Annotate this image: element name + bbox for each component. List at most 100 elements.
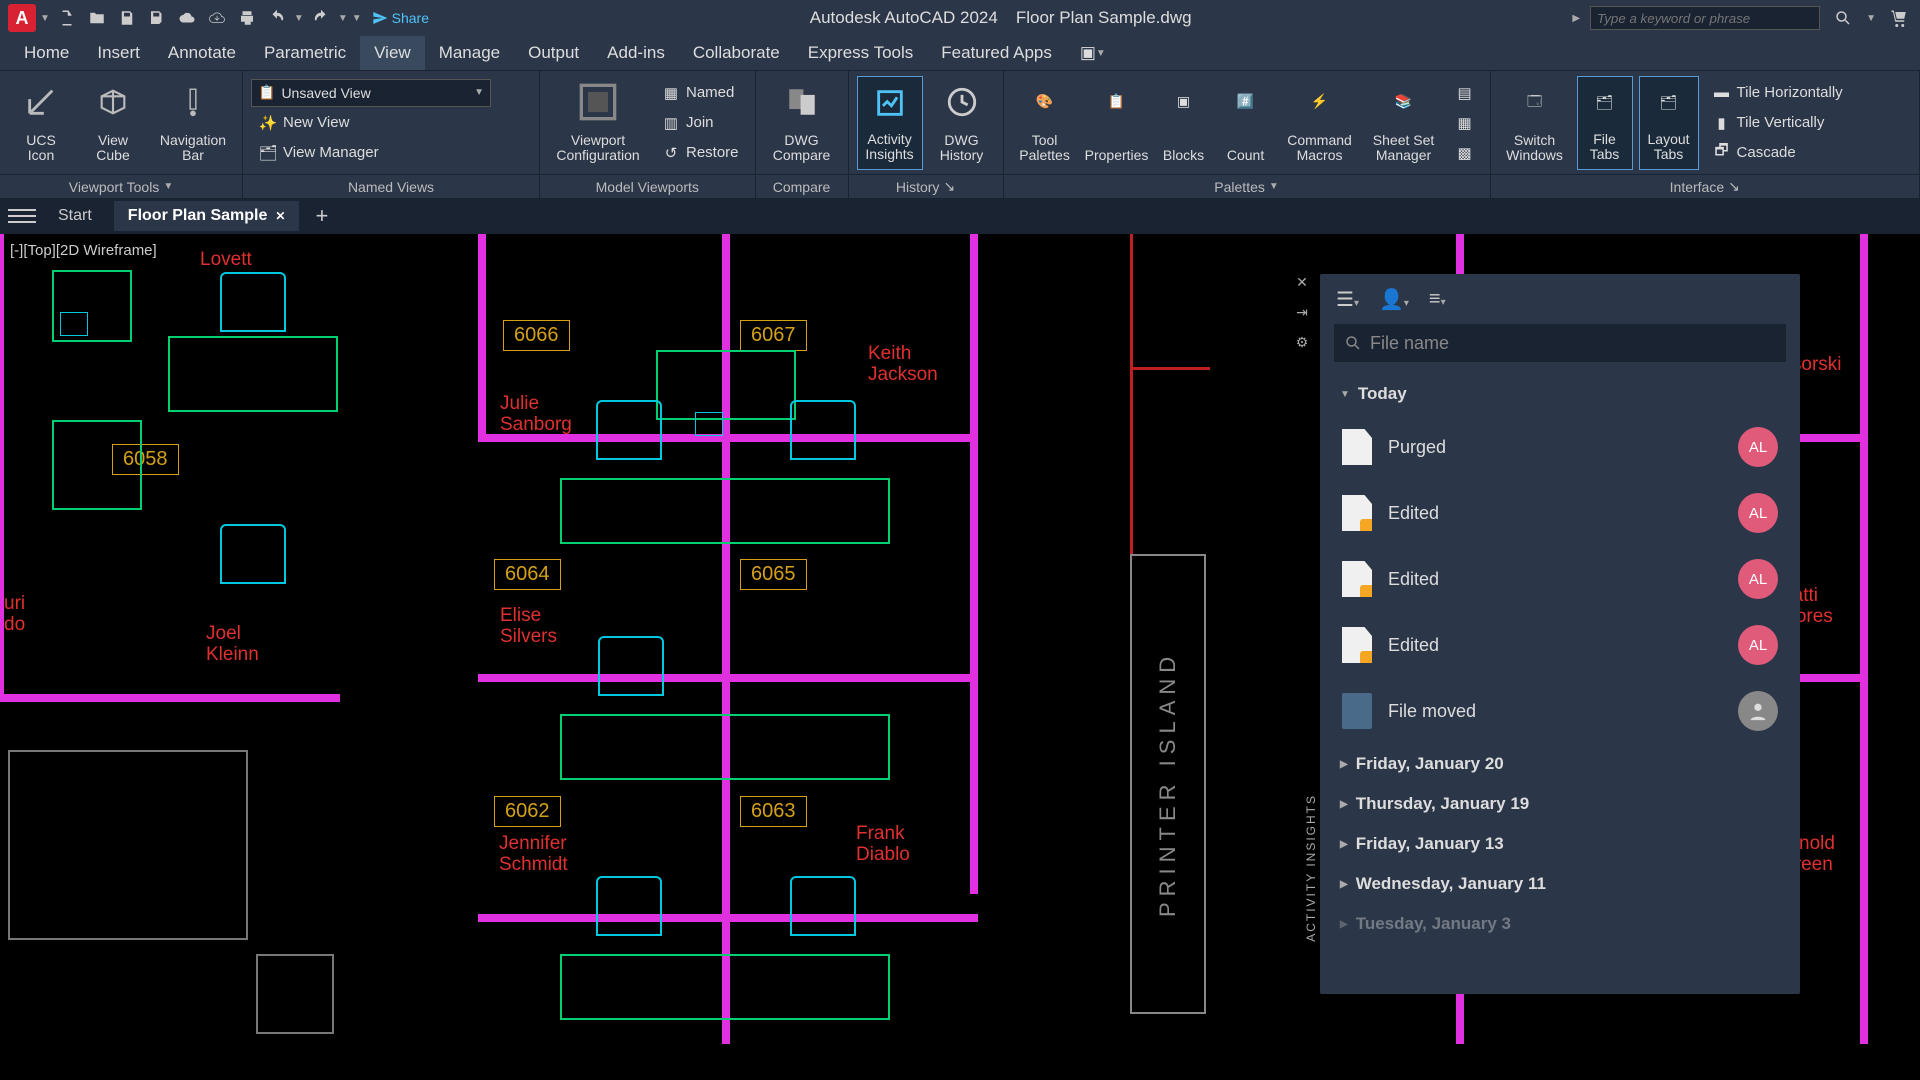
room-tag-6067: 6067 [740,320,807,351]
doc-icon [1342,627,1372,663]
tool-palettes-button[interactable]: 🎨Tool Palettes [1012,76,1078,170]
qat-customize[interactable]: ▼ [352,13,362,24]
group-date-2[interactable]: ▶Friday, January 13 [1320,824,1800,864]
dwg-history-label: DWG History [940,133,984,164]
count-button[interactable]: #️⃣Count [1218,76,1274,170]
drawing-canvas[interactable]: [-][Top][2D Wireframe] 6058 6066 6067 60… [0,234,1920,1080]
file-tabs-button[interactable]: 🗂File Tabs [1577,76,1633,170]
menu-insert[interactable]: Insert [83,36,154,70]
activity-item-0[interactable]: Purged AL [1320,414,1800,480]
redline-2 [1130,367,1210,370]
navigation-bar-button[interactable]: Navigation Bar [152,76,234,170]
undo-icon[interactable] [264,5,290,31]
menu-output[interactable]: Output [514,36,593,70]
dwg-compare-button[interactable]: DWG Compare [764,76,840,170]
wall-v3 [970,234,978,894]
open-file-icon[interactable] [84,5,110,31]
search-input[interactable] [1590,6,1820,30]
panel-close-icon[interactable]: ✕ [1292,274,1312,294]
blocks-button[interactable]: ▣Blocks [1156,76,1212,170]
view-dropdown[interactable]: 📋 Unsaved View ▼ [251,79,491,107]
panel-dock-icon[interactable]: ⇥ [1292,304,1312,324]
tab-close-icon[interactable]: ✕ [275,209,285,223]
user-filter-icon[interactable]: 👤▾ [1379,287,1409,312]
view-cube-button[interactable]: View Cube [80,76,146,170]
restore-viewport-button[interactable]: ↺Restore [654,139,747,167]
activity-item-4[interactable]: File moved [1320,678,1800,744]
new-tab-button[interactable]: + [307,203,336,229]
menu-collaborate[interactable]: Collaborate [679,36,794,70]
group-date-1[interactable]: ▶Thursday, January 19 [1320,784,1800,824]
tab-start[interactable]: Start [44,201,106,231]
palette-small-1[interactable]: ▤ [1448,79,1482,107]
menu-annotate[interactable]: Annotate [154,36,250,70]
tile-horiz-button[interactable]: ▬Tile Horizontally [1705,79,1851,107]
activity-item-1[interactable]: Edited AL [1320,480,1800,546]
print-icon[interactable] [234,5,260,31]
hamburger-menu[interactable] [8,202,36,230]
saveas-icon[interactable] [144,5,170,31]
search-expand[interactable]: ▶ [1572,13,1580,24]
redline-1 [1130,234,1133,554]
panel-title-history[interactable]: History ↘ [849,174,1003,198]
cloud-save-icon[interactable] [204,5,230,31]
tile-vert-button[interactable]: ▮Tile Vertically [1705,109,1851,137]
activity-insights-button[interactable]: Activity Insights [857,76,923,170]
tab-document-label: Floor Plan Sample [128,207,268,225]
palette-small-2[interactable]: ▦ [1448,109,1482,137]
menu-addins[interactable]: Add-ins [593,36,679,70]
viewport-config-button[interactable]: Viewport Configuration [548,76,648,170]
view-label[interactable]: [-][Top][2D Wireframe] [6,240,161,261]
account-caret[interactable]: ▼ [1866,13,1876,24]
properties-button[interactable]: 📋Properties [1084,76,1150,170]
panel-title-palettes[interactable]: Palettes▼ [1004,174,1490,198]
menu-extra[interactable]: ▣ ▼ [1066,36,1120,70]
viewport-config-label: Viewport Configuration [556,133,639,164]
menu-manage[interactable]: Manage [425,36,514,70]
new-view-button[interactable]: ✨New View [251,109,531,137]
list-filter-icon[interactable]: ≡▾ [1429,288,1446,311]
share-button[interactable]: Share [372,10,429,26]
chair-6 [596,876,662,936]
redo-dropdown[interactable]: ▼ [338,13,348,24]
avatar: AL [1738,559,1778,599]
redo-icon[interactable] [308,5,334,31]
activity-item-3[interactable]: Edited AL [1320,612,1800,678]
activity-item-2[interactable]: Edited AL [1320,546,1800,612]
menu-parametric[interactable]: Parametric [250,36,360,70]
layout-tabs-button[interactable]: 🗂Layout Tabs [1639,76,1699,170]
save-icon[interactable] [114,5,140,31]
palette-small-3[interactable]: ▩ [1448,139,1482,167]
group-date-3[interactable]: ▶Wednesday, January 11 [1320,864,1800,904]
view-manager-button[interactable]: 🗂View Manager [251,139,531,167]
panel-title-viewport-tools[interactable]: Viewport Tools▼ [0,174,242,198]
group-today[interactable]: ▼Today [1320,374,1800,414]
menu-view[interactable]: View [360,36,425,70]
cloud-open-icon[interactable] [174,5,200,31]
menu-express[interactable]: Express Tools [794,36,928,70]
dwg-history-button[interactable]: DWG History [929,76,995,170]
desk-g [560,954,890,1020]
join-viewport-button[interactable]: ▥Join [654,109,747,137]
tab-document[interactable]: Floor Plan Sample ✕ [114,201,300,231]
switch-windows-button[interactable]: 🗔Switch Windows [1499,76,1571,170]
menu-home[interactable]: Home [10,36,83,70]
app-menu-caret[interactable]: ▼ [40,13,50,24]
search-icon[interactable] [1830,5,1856,31]
view-mode-icon[interactable]: ☰▾ [1336,287,1359,312]
cart-icon[interactable] [1886,5,1912,31]
panel-title-interface[interactable]: Interface ↘ [1491,174,1919,198]
command-macros-button[interactable]: ⚡Command Macros [1280,76,1360,170]
cascade-button[interactable]: 🗗Cascade [1705,139,1851,167]
named-viewport-button[interactable]: ▦Named [654,79,747,107]
undo-dropdown[interactable]: ▼ [294,13,304,24]
sheet-set-button[interactable]: 📚Sheet Set Manager [1366,76,1442,170]
group-date-4[interactable]: ▶Tuesday, January 3 [1320,904,1800,944]
menu-featured[interactable]: Featured Apps [927,36,1066,70]
new-file-icon[interactable] [54,5,80,31]
panel-settings-icon[interactable]: ⚙ [1292,334,1312,354]
ucs-icon-button[interactable]: UCS Icon [8,76,74,170]
app-logo[interactable]: A [8,4,36,32]
group-date-0[interactable]: ▶Friday, January 20 [1320,744,1800,784]
activity-search[interactable]: File name [1334,324,1786,362]
